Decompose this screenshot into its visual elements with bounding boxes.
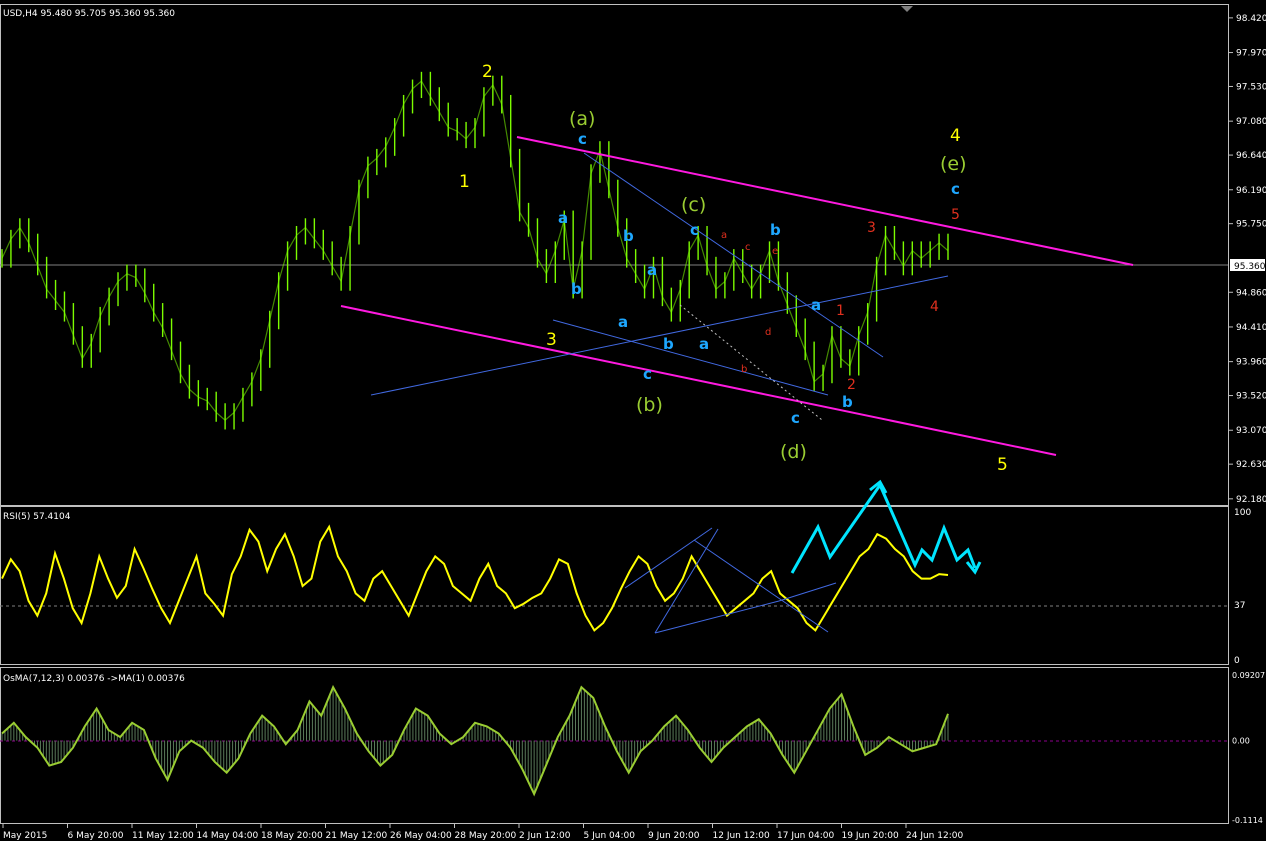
- rsi-panel-header: RSI(5) 57.4104: [3, 512, 71, 522]
- minute-label: d: [765, 327, 771, 338]
- wave-label-b-paren: (b): [636, 394, 663, 416]
- osma-tick-label: 0.00: [1232, 737, 1250, 746]
- price-tick-label: 92.630: [1236, 460, 1266, 470]
- minor-label: b: [571, 280, 582, 298]
- minute-label: 4: [930, 299, 939, 315]
- osma-tick-label: 0.09207: [1232, 671, 1265, 680]
- time-tick-label: 21 May 12:00: [326, 831, 388, 841]
- price-tick-label: 97.080: [1236, 117, 1266, 127]
- time-tick-label: 18 May 20:00: [261, 831, 323, 841]
- time-tick-label: 6 May 20:00: [68, 831, 124, 841]
- price-tick-label: 94.860: [1236, 288, 1266, 298]
- rsi-line: [1, 524, 949, 632]
- current-price-label: 95.360: [1234, 262, 1266, 272]
- wave-label-e-paren: (e): [940, 153, 967, 175]
- rsi-trendlines: [624, 527, 837, 634]
- price-tick-label: 94.410: [1236, 323, 1266, 333]
- trendline-dotted: [679, 304, 823, 421]
- time-tick-label: May 2015: [3, 831, 47, 841]
- main-panel-frame: [0, 4, 1229, 506]
- time-tick-label: 9 Jun 20:00: [648, 831, 700, 841]
- minor-label: c: [643, 365, 652, 383]
- price-tick-label: 93.070: [1236, 426, 1266, 436]
- price-series: [1, 71, 949, 430]
- trendline-lower: [552, 319, 829, 396]
- time-tick-label: 24 Jun 12:00: [906, 831, 963, 841]
- minor-label: c: [578, 130, 587, 148]
- time-tick-label: 2 Jun 12:00: [519, 831, 571, 841]
- minute-label: 2: [847, 377, 856, 393]
- time-tick-label: 12 Jun 12:00: [713, 831, 770, 841]
- osma-tick-label: -0.1114: [1232, 816, 1263, 825]
- minute-label: b: [741, 364, 747, 375]
- price-tick-label: 97.970: [1236, 49, 1266, 59]
- wave-label-2: 2: [482, 62, 493, 82]
- wave-label-a-paren: (a): [569, 108, 595, 130]
- price-tick-label: 93.520: [1236, 392, 1266, 402]
- minor-label: c: [791, 409, 800, 427]
- channel-lower-line: [340, 305, 1057, 456]
- wave-label-d-paren: (d): [780, 441, 807, 463]
- time-axis: May 2015 6 May 20:00 11 May 12:00 14 May 04…: [2, 824, 963, 841]
- price-tick-label: 98.420: [1236, 14, 1266, 24]
- time-tick-label: 17 Jun 04:00: [777, 831, 834, 841]
- time-tick-label: 28 May 20:00: [455, 831, 517, 841]
- minute-label: 3: [867, 220, 876, 236]
- price-tick-label: 96.190: [1236, 186, 1266, 196]
- minute-label: c: [745, 242, 751, 253]
- minor-label: b: [663, 335, 674, 353]
- price-tick-label: 92.180: [1236, 495, 1266, 505]
- price-tick-label: 95.750: [1236, 220, 1266, 230]
- main-panel-header: USD,H4 95.480 95.705 95.360 95.360: [3, 9, 175, 19]
- minor-label: a: [558, 209, 568, 227]
- rsi-projection: [790, 479, 982, 575]
- wave-label-1: 1: [459, 172, 470, 192]
- minute-label: e: [772, 246, 778, 257]
- minor-label: b: [842, 393, 853, 411]
- osma-histogram: [1, 687, 949, 795]
- trendline-rising: [370, 275, 949, 396]
- price-tick-label: 93.960: [1236, 358, 1266, 368]
- price-tick-label: 96.640: [1236, 151, 1266, 161]
- minor-label: c: [951, 180, 960, 198]
- time-tick-label: 11 May 12:00: [132, 831, 194, 841]
- rsi-tick-label: 0: [1234, 656, 1240, 666]
- minute-label: 5: [951, 207, 960, 223]
- price-tick-label: 97.530: [1236, 82, 1266, 92]
- channel-upper-line: [516, 136, 1134, 266]
- time-tick-label: 5 Jun 04:00: [584, 831, 636, 841]
- rsi-tick-label: 100: [1234, 508, 1251, 518]
- minor-label: a: [699, 335, 709, 353]
- wave-label-c-paren: (c): [681, 194, 706, 216]
- rsi-series: [1, 524, 949, 632]
- minor-wave-labels: a b c a b c a b c a b c b a c: [558, 130, 960, 427]
- minor-label: a: [618, 313, 628, 331]
- minor-label: b: [623, 227, 634, 245]
- wave-label-4: 4: [950, 126, 961, 146]
- minor-label: a: [647, 261, 657, 279]
- minor-label: b: [770, 221, 781, 239]
- rsi-axis: 100 37 0: [1234, 508, 1251, 666]
- minor-label: c: [690, 221, 699, 239]
- minute-impulse-labels: 1 2 3 4 5: [836, 207, 960, 393]
- intermediate-wave-labels: (a) (b) (c) (d) (e): [569, 108, 967, 463]
- time-tick-label: 19 Jun 20:00: [842, 831, 899, 841]
- rsi-tick-label: 37: [1234, 601, 1245, 611]
- time-tick-label: 14 May 04:00: [197, 831, 259, 841]
- trendline-upper: [583, 152, 884, 358]
- minor-label: a: [811, 296, 821, 314]
- minute-label: 1: [836, 303, 845, 319]
- osma-panel-header: OsMA(7,12,3) 0.00376 ->MA(1) 0.00376: [3, 674, 185, 684]
- chart-window[interactable]: 98.420 97.970 97.530 97.080 96.640 96.190 95.7…: [0, 0, 1266, 841]
- chart-shift-marker[interactable]: [901, 6, 913, 12]
- time-tick-label: 26 May 04:00: [390, 831, 452, 841]
- wave-label-5: 5: [997, 455, 1008, 475]
- osma-axis: 0.09207 0.00 -0.1114: [1232, 671, 1265, 825]
- minute-label: a: [721, 230, 727, 241]
- wave-label-3: 3: [546, 330, 557, 350]
